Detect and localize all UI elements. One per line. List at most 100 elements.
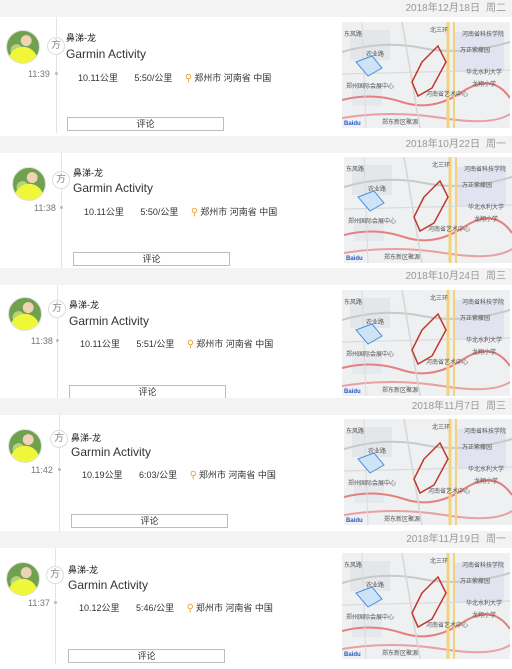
post-time: 11:42 bbox=[31, 465, 53, 475]
map-label: 东风路 bbox=[344, 298, 362, 306]
map-graphic: 东风路 北三环 河南省科技学院 万正紫藤园 华北水利大学 龙翔小学 农业路 郑州… bbox=[342, 22, 510, 128]
baidu-logo: Baidu bbox=[344, 389, 361, 395]
map-label: 华北水利大学 bbox=[466, 68, 502, 76]
map-graphic: 东风路 北三环 河南省科技学院 万正紫藤园 华北水利大学 龙翔小学 农业路 郑州… bbox=[344, 419, 512, 525]
map-label: 河南省艺术中心 bbox=[428, 487, 470, 495]
user-name[interactable]: 鼻涕-龙 bbox=[68, 563, 98, 576]
map-label: 郑东新区聚源 bbox=[384, 515, 420, 523]
activity-title[interactable]: Garmin Activity bbox=[71, 445, 151, 459]
route-map[interactable]: 东风路 北三环 河南省科技学院 万正紫藤园 华北水利大学 龙翔小学 农业路 郑州… bbox=[344, 419, 512, 525]
map-label: 北三环 bbox=[430, 26, 448, 34]
avatar[interactable] bbox=[6, 562, 40, 596]
post-date: 2018年10月22日 bbox=[405, 139, 481, 150]
date-header: 2018年10月24日 周三 bbox=[0, 268, 512, 285]
timeline-dot bbox=[54, 601, 57, 604]
map-label: 河南省艺术中心 bbox=[428, 225, 470, 233]
map-label: 河南省艺术中心 bbox=[426, 621, 468, 629]
activity-post: 2018年12月18日 周二 11:39 方 鼻涕-龙 Garmin Activi… bbox=[0, 0, 512, 136]
comment-button[interactable]: 评论 bbox=[73, 252, 230, 266]
activity-stats: 10.11公里 5:51/公里 ⚲ 郑州市 河南省 中国 bbox=[80, 337, 273, 350]
activity-title[interactable]: Garmin Activity bbox=[69, 314, 149, 328]
comment-button[interactable]: 评论 bbox=[71, 514, 228, 528]
distance-value: 10.11公里 bbox=[84, 207, 124, 217]
route-map[interactable]: 东风路 北三环 河南省科技学院 万正紫藤园 华北水利大学 龙翔小学 农业路 郑州… bbox=[342, 553, 510, 659]
map-label: 华北水利大学 bbox=[468, 465, 504, 473]
distance-value: 10.11公里 bbox=[78, 73, 118, 83]
timeline-line bbox=[56, 17, 57, 133]
map-label: 东风路 bbox=[344, 561, 362, 569]
map-label: 郑东新区聚源 bbox=[384, 253, 420, 261]
avatar[interactable] bbox=[6, 30, 40, 64]
map-label: 龙翔小学 bbox=[472, 80, 496, 88]
activity-stats: 10.12公里 5:46/公里 ⚲ 郑州市 河南省 中国 bbox=[79, 601, 273, 614]
map-label: 华北水利大学 bbox=[466, 336, 502, 344]
route-map[interactable]: 东风路 北三环 河南省科技学院 万正紫藤园 华北水利大学 龙翔小学 农业路 郑州… bbox=[342, 290, 510, 396]
map-graphic: 东风路 北三环 河南省科技学院 万正紫藤园 华北水利大学 龙翔小学 农业路 郑州… bbox=[342, 553, 510, 659]
date-header: 2018年11月19日 周一 bbox=[0, 531, 512, 548]
map-label: 农业路 bbox=[368, 447, 386, 455]
distance-value: 10.19公里 bbox=[82, 470, 123, 480]
map-label: 华北水利大学 bbox=[468, 203, 504, 211]
running-icon: 方 bbox=[47, 37, 65, 55]
map-label: 农业路 bbox=[368, 185, 386, 193]
post-weekday: 周一 bbox=[486, 534, 506, 545]
map-label: 郑州国际会展中心 bbox=[346, 350, 394, 358]
avatar[interactable] bbox=[8, 297, 42, 331]
timeline-dot bbox=[60, 206, 63, 209]
date-header: 2018年11月7日 周三 bbox=[0, 398, 512, 415]
activity-stats: 10.11公里 5:50/公里 ⚲ 郑州市 河南省 中国 bbox=[78, 71, 271, 84]
map-graphic: 东风路 北三环 河南省科技学院 万正紫藤园 华北水利大学 龙翔小学 农业路 郑州… bbox=[342, 290, 510, 396]
map-graphic: 东风路 北三环 河南省科技学院 万正紫藤园 华北水利大学 龙翔小学 农业路 郑州… bbox=[344, 157, 512, 263]
activity-stats: 10.19公里 6:03/公里 ⚲ 郑州市 河南省 中国 bbox=[82, 468, 276, 481]
location-pin-icon: ⚲ bbox=[186, 603, 194, 614]
user-name[interactable]: 鼻涕-龙 bbox=[71, 431, 101, 444]
map-label: 郑东新区聚源 bbox=[382, 118, 418, 126]
post-date: 2018年11月19日 bbox=[406, 534, 480, 545]
map-label: 万正紫藤园 bbox=[462, 443, 492, 451]
post-date: 2018年12月18日 bbox=[405, 3, 481, 14]
comment-button[interactable]: 评论 bbox=[69, 385, 226, 399]
user-name[interactable]: 鼻涕-龙 bbox=[69, 298, 99, 311]
comment-button[interactable]: 评论 bbox=[67, 117, 224, 131]
post-date: 2018年11月7日 bbox=[411, 401, 480, 412]
activity-post: 2018年11月7日 周三 11:42 方 鼻涕-龙 Garmin Activit… bbox=[0, 398, 512, 531]
map-label: 郑东新区聚源 bbox=[382, 386, 418, 394]
activity-card: 11:38 方 鼻涕-龙 Garmin Activity 10.11公里 5:5… bbox=[0, 285, 512, 401]
location-text: 郑州市 河南省 中国 bbox=[194, 73, 272, 83]
post-time: 11:39 bbox=[28, 69, 50, 79]
activity-post: 2018年11月19日 周一 11:37 方 鼻涕-龙 Garmin Activi… bbox=[0, 531, 512, 669]
comment-button[interactable]: 评论 bbox=[68, 649, 225, 663]
map-label: 东风路 bbox=[346, 427, 364, 435]
activity-stats: 10.11公里 5:50/公里 ⚲ 郑州市 河南省 中国 bbox=[84, 205, 277, 218]
route-map[interactable]: 东风路 北三环 河南省科技学院 万正紫藤园 华北水利大学 龙翔小学 农业路 郑州… bbox=[344, 157, 512, 263]
route-map[interactable]: 东风路 北三环 河南省科技学院 万正紫藤园 华北水利大学 龙翔小学 农业路 郑州… bbox=[342, 22, 510, 128]
avatar[interactable] bbox=[8, 429, 42, 463]
location-text: 郑州市 河南省 中国 bbox=[198, 470, 276, 480]
post-weekday: 周三 bbox=[486, 271, 506, 282]
map-label: 龙翔小学 bbox=[474, 477, 498, 485]
activity-title[interactable]: Garmin Activity bbox=[68, 578, 148, 592]
pace-value: 5:46/公里 bbox=[136, 603, 175, 613]
activity-title[interactable]: Garmin Activity bbox=[66, 47, 146, 61]
pace-value: 6:03/公里 bbox=[139, 470, 178, 480]
location-pin-icon: ⚲ bbox=[190, 207, 199, 218]
map-label: 北三环 bbox=[430, 294, 448, 302]
map-label: 万正紫藤园 bbox=[460, 314, 490, 322]
date-header: 2018年12月18日 周二 bbox=[0, 0, 512, 17]
map-label: 郑州国际会展中心 bbox=[346, 82, 394, 90]
activity-card: 11:37 方 鼻涕-龙 Garmin Activity 10.12公里 5:4… bbox=[0, 548, 512, 664]
running-icon: 方 bbox=[50, 430, 68, 448]
timeline-dot bbox=[56, 339, 59, 342]
activity-title[interactable]: Garmin Activity bbox=[73, 181, 153, 195]
map-label: 龙翔小学 bbox=[472, 348, 496, 356]
user-name[interactable]: 鼻涕-龙 bbox=[66, 31, 96, 44]
user-name[interactable]: 鼻涕-龙 bbox=[73, 166, 103, 179]
map-label: 郑州国际会展中心 bbox=[348, 479, 396, 487]
location-pin-icon: ⚲ bbox=[189, 470, 197, 481]
map-label: 河南省科技学院 bbox=[462, 30, 504, 38]
location-text: 郑州市 河南省 中国 bbox=[200, 207, 278, 217]
avatar[interactable] bbox=[12, 167, 46, 201]
activity-card: 11:39 方 鼻涕-龙 Garmin Activity 10.11公里 5:5… bbox=[0, 17, 512, 133]
map-label: 东风路 bbox=[344, 30, 362, 38]
activity-post: 2018年10月22日 周一 11:38 方 鼻涕-龙 Garmin Activi… bbox=[0, 136, 512, 269]
